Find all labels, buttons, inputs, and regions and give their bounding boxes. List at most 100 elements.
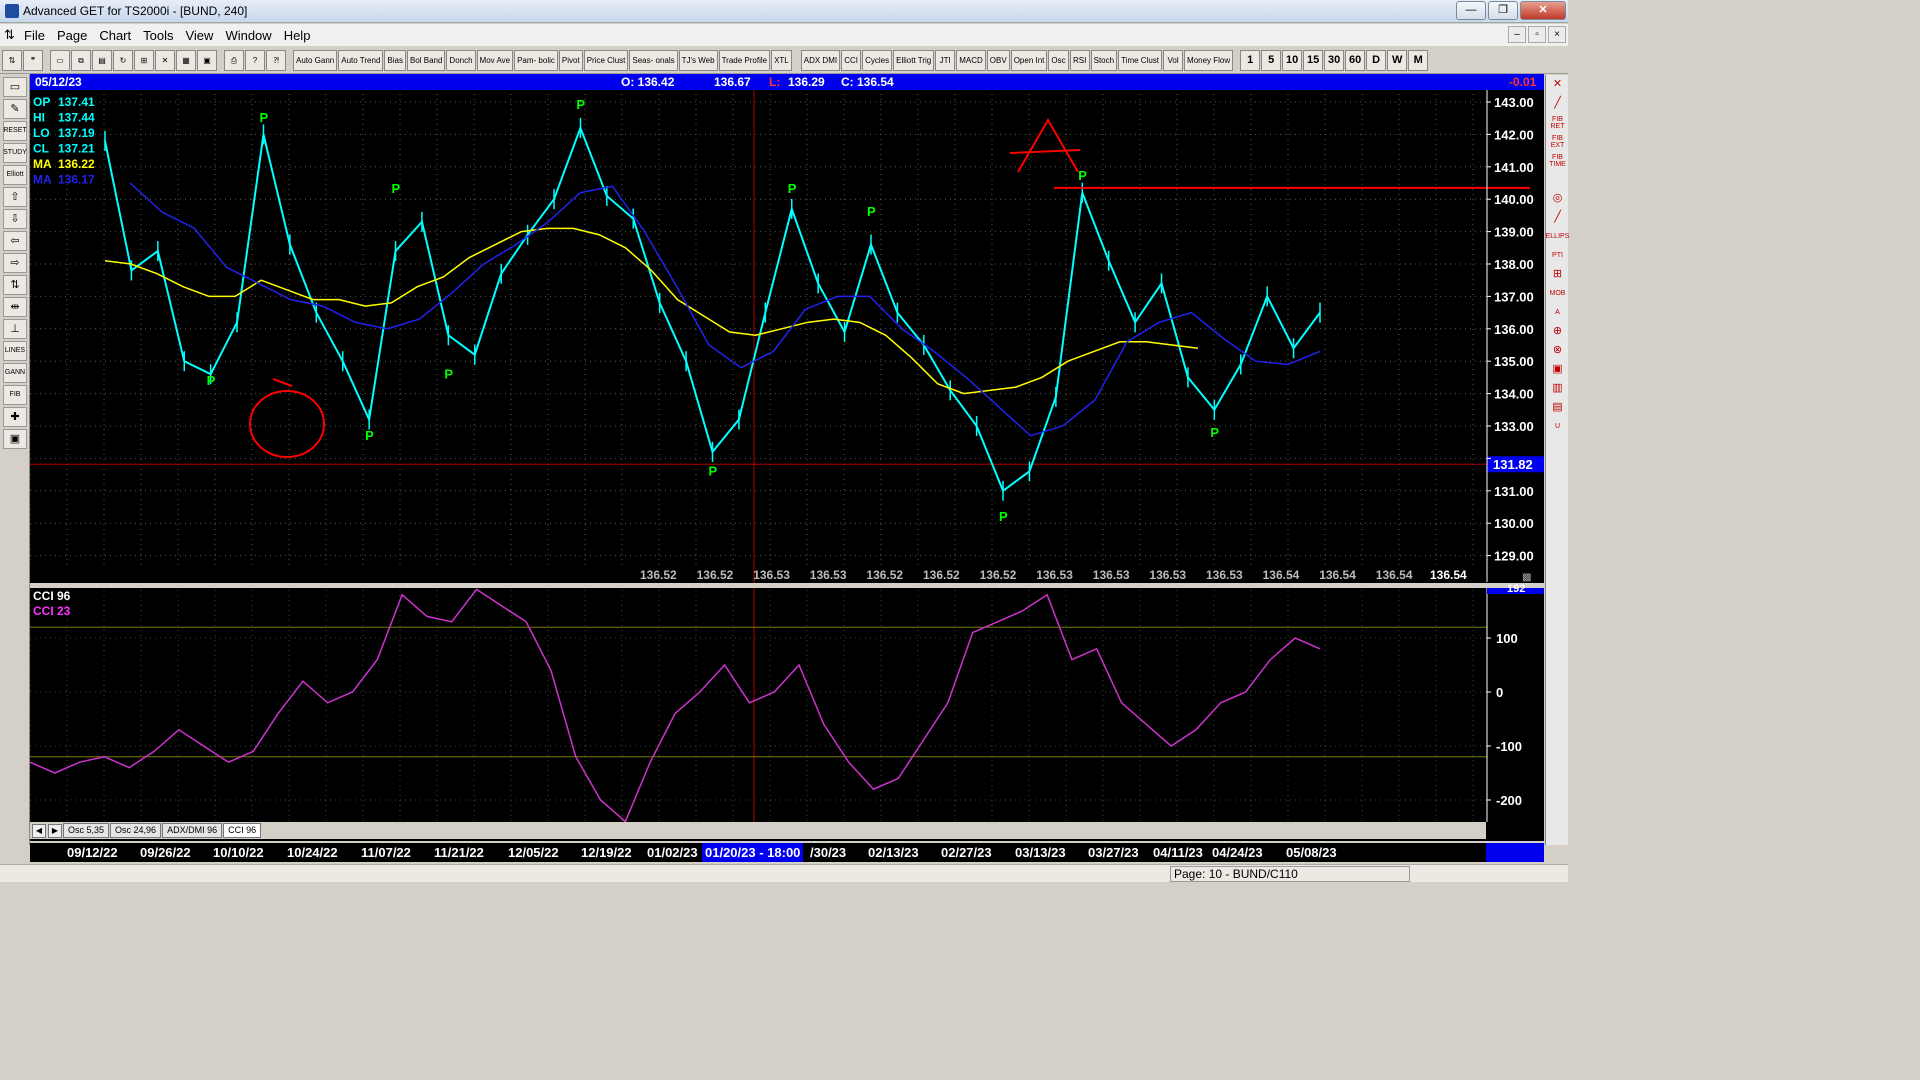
study-button-0[interactable]: Auto Gann (293, 49, 338, 71)
right-tool-7-icon[interactable]: ╱ (1548, 209, 1567, 226)
study-button-8[interactable]: Price Clust (583, 49, 629, 71)
period-button-2[interactable]: 10 (1282, 49, 1303, 71)
chart-area[interactable]: 131.82 P P P P P P P P P P P P 143.00 142.00 141.00 140.… (29, 90, 1544, 841)
period-button-4[interactable]: 30 (1324, 49, 1345, 71)
menu-help[interactable]: Help (278, 28, 317, 43)
study-button-10[interactable]: TJ's Web (678, 49, 718, 71)
print-icon[interactable]: ⎙ (224, 49, 244, 71)
left-tool-14-icon[interactable]: FIB (3, 385, 27, 405)
study-button-13[interactable]: ADX DMI (800, 49, 841, 71)
tab-adx-dmi-96[interactable]: ADX/DMI 96 (162, 823, 223, 838)
left-tool-13-icon[interactable]: GANN (3, 363, 27, 383)
period-button-5[interactable]: 60 (1345, 49, 1366, 71)
help-icon[interactable]: ? (245, 49, 265, 71)
chart-canvas[interactable]: 131.82 P P P P P P P P P P P P 143.00 142.00 141.00 140.… (29, 90, 1544, 841)
refresh-icon[interactable]: ↻ (113, 49, 133, 71)
tab-scroll-right-icon[interactable]: ▶ (48, 823, 62, 838)
right-tool-12-icon[interactable]: A (1548, 304, 1567, 321)
menu-page[interactable]: Page (51, 28, 93, 43)
study-button-1[interactable]: Auto Trend (338, 49, 384, 71)
left-tool-6-icon[interactable]: ⇩ (3, 209, 27, 229)
doc-close-icon[interactable]: × (1548, 26, 1566, 43)
right-tool-17-icon[interactable]: ▤ (1548, 399, 1567, 416)
left-tool-1-icon[interactable]: ✎ (3, 99, 27, 119)
left-tool-3-icon[interactable]: STUDY (3, 143, 27, 163)
study-button-18[interactable]: MACD (956, 49, 986, 71)
period-button-7[interactable]: W (1387, 49, 1408, 71)
right-tool-10-icon[interactable]: ⊞ (1548, 266, 1567, 283)
period-button-1[interactable]: 5 (1261, 49, 1282, 71)
pointer-icon[interactable]: ⇅ (2, 49, 22, 71)
grid-icon[interactable]: ▦ (176, 49, 196, 71)
period-button-0[interactable]: 1 (1240, 49, 1261, 71)
menu-tools[interactable]: Tools (137, 28, 179, 43)
left-tool-2-icon[interactable]: RESET (3, 121, 27, 141)
menu-chart[interactable]: Chart (93, 28, 137, 43)
context-help-icon[interactable]: ⁈ (266, 49, 286, 71)
study-button-4[interactable]: Donch (446, 49, 476, 71)
study-button-25[interactable]: Vol (1163, 49, 1184, 71)
minimize-button[interactable]: — (1456, 1, 1486, 20)
window-icon[interactable]: ▣ (197, 49, 217, 71)
study-button-11[interactable]: Trade Profile (718, 49, 771, 71)
study-button-26[interactable]: Money Flow (1184, 49, 1234, 71)
left-tool-10-icon[interactable]: ⇹ (3, 297, 27, 317)
study-button-23[interactable]: Stoch (1090, 49, 1118, 71)
tab-scroll-left-icon[interactable]: ◀ (32, 823, 46, 838)
maximize-button[interactable]: ❐ (1488, 1, 1518, 20)
close-button[interactable]: ✕ (1520, 1, 1566, 20)
right-tool-2-icon[interactable]: FIB RET (1548, 114, 1567, 131)
study-button-22[interactable]: RSI (1069, 49, 1090, 71)
study-button-7[interactable]: Pivot (558, 49, 583, 71)
study-button-20[interactable]: Open Int (1010, 49, 1048, 71)
new-page-icon[interactable]: ▭ (50, 49, 70, 71)
study-button-14[interactable]: CCI (841, 49, 862, 71)
menu-view[interactable]: View (179, 28, 219, 43)
right-tool-14-icon[interactable]: ⊗ (1548, 342, 1567, 359)
left-tool-5-icon[interactable]: ⇧ (3, 187, 27, 207)
left-tool-8-icon[interactable]: ⇨ (3, 253, 27, 273)
right-tool-9-icon[interactable]: PTI (1548, 247, 1567, 264)
study-button-6[interactable]: Pam- bolic (514, 49, 558, 71)
right-tool-0-icon[interactable]: ✕ (1548, 76, 1567, 93)
study-button-16[interactable]: Elliott Trig (893, 49, 935, 71)
left-tool-12-icon[interactable]: LINES (3, 341, 27, 361)
tab-cci-96[interactable]: CCI 96 (223, 823, 262, 838)
right-tool-5-icon[interactable] (1548, 171, 1567, 188)
right-tool-15-icon[interactable]: ▣ (1548, 361, 1567, 378)
study-button-2[interactable]: Bias (384, 49, 406, 71)
link-icon[interactable]: ⊞ (134, 49, 154, 71)
right-tool-6-icon[interactable]: ◎ (1548, 190, 1567, 207)
left-tool-15-icon[interactable]: ✚ (3, 407, 27, 427)
copy-icon[interactable]: ⧉ (71, 49, 91, 71)
study-button-24[interactable]: Time Clust (1118, 49, 1163, 71)
right-tool-11-icon[interactable]: MOB (1548, 285, 1567, 302)
right-tool-3-icon[interactable]: FIB EXT (1548, 133, 1567, 150)
menu-window[interactable]: Window (219, 28, 277, 43)
period-button-6[interactable]: D (1366, 49, 1387, 71)
right-tool-18-icon[interactable]: U (1548, 418, 1567, 435)
left-tool-16-icon[interactable]: ▣ (3, 429, 27, 449)
study-button-15[interactable]: Cycles (862, 49, 893, 71)
study-button-21[interactable]: Osc (1048, 49, 1069, 71)
tab-osc-24-96[interactable]: Osc 24,96 (110, 823, 162, 838)
left-tool-11-icon[interactable]: ⊥ (3, 319, 27, 339)
right-tool-16-icon[interactable]: ▥ (1548, 380, 1567, 397)
page-icon[interactable]: ▤ (92, 49, 112, 71)
quote-icon[interactable]: ❞ (23, 49, 43, 71)
menu-file[interactable]: File (18, 28, 51, 43)
left-tool-4-icon[interactable]: Elliott (3, 165, 27, 185)
doc-restore-icon[interactable]: ▫ (1528, 26, 1546, 43)
right-tool-13-icon[interactable]: ⊕ (1548, 323, 1567, 340)
study-button-9[interactable]: Seas- onals (629, 49, 678, 71)
period-button-8[interactable]: M (1408, 49, 1429, 71)
right-tool-4-icon[interactable]: FIB TIME (1548, 152, 1567, 169)
study-button-17[interactable]: JTI (935, 49, 956, 71)
study-button-5[interactable]: Mov Ave (476, 49, 514, 71)
period-button-3[interactable]: 15 (1303, 49, 1324, 71)
left-tool-7-icon[interactable]: ⇦ (3, 231, 27, 251)
tab-osc-5-35[interactable]: Osc 5,35 (63, 823, 110, 838)
right-tool-1-icon[interactable]: ╱ (1548, 95, 1567, 112)
study-button-3[interactable]: Bol Band (406, 49, 446, 71)
study-button-19[interactable]: OBV (986, 49, 1010, 71)
